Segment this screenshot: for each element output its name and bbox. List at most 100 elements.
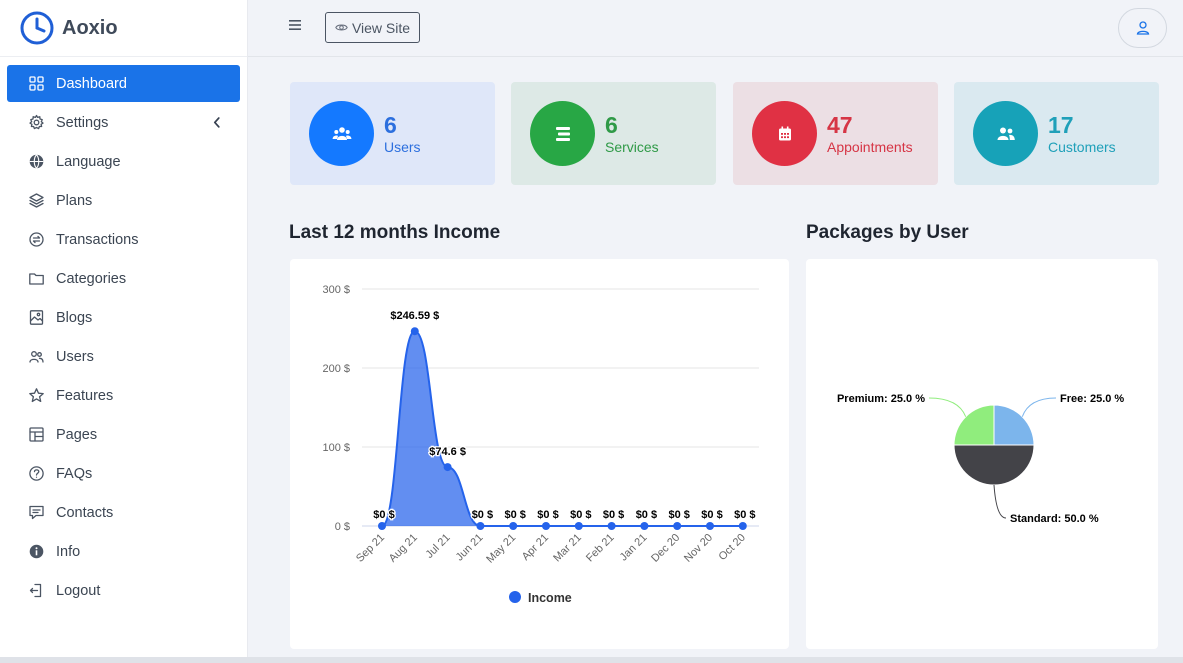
x-tick-label: Apr 21 [520,532,551,563]
stat-value: 6 [384,112,397,138]
sidebar-item-plans[interactable]: Plans [7,182,240,219]
stat-label: Customers [1048,139,1116,155]
user-icon [1136,21,1149,35]
y-tick-label: 100 $ [322,442,350,454]
hamburger-menu-icon[interactable] [288,18,302,32]
income-data-label: $0 $ [603,509,624,521]
income-data-point[interactable] [542,522,550,530]
packages-pie-chart: Free: 25.0 % Standard: 50.0 % Premium: 25.… [837,393,1124,525]
calendar-icon [752,101,817,166]
sidebar-item-categories[interactable]: Categories [7,260,240,297]
income-data-label: $0 $ [373,509,394,521]
pie-label-premium: Premium: 25.0 % [837,393,925,405]
brand[interactable]: Aoxio [0,0,247,57]
income-data-point[interactable] [378,522,386,530]
pie-slice-free[interactable] [993,404,1035,446]
pie-label-free: Free: 25.0 % [1060,393,1124,405]
sidebar-item-blogs[interactable]: Blogs [7,299,240,336]
x-tick-label: Jan 21 [618,532,650,564]
sidebar-item-language[interactable]: Language [7,143,240,180]
income-data-label: $0 $ [472,509,493,521]
topbar: View Site [248,0,1183,57]
pie-connector [993,484,1007,519]
income-data-label: $0 $ [701,509,722,521]
income-data-point[interactable] [410,327,419,336]
income-data-point[interactable] [640,522,649,530]
income-data-point[interactable] [706,522,714,530]
sidebar-nav: Dashboard Settings Language Plans Transactio… [0,57,247,619]
sidebar-item-label: Features [56,387,114,404]
info-icon [27,543,45,561]
income-data-point[interactable] [574,522,583,530]
stat-value: 6 [605,112,618,138]
sidebar: Aoxio Dashboard Settings Language Plans Tran… [0,0,248,663]
x-tick-label: Sep 21 [354,532,387,565]
x-tick-label: Dec 20 [649,532,682,565]
brand-name: Aoxio [62,16,118,39]
pie-slice-premium[interactable] [953,404,995,446]
legend-marker-income[interactable] [509,591,521,603]
sidebar-item-label: Users [56,348,94,365]
income-chart-title: Last 12 months Income [289,222,501,243]
income-area [382,331,743,526]
sidebar-item-label: Categories [56,270,127,287]
user-menu-button[interactable] [1118,8,1167,48]
stat-card-services[interactable]: 6 Services [511,82,716,185]
sidebar-item-label: Pages [56,426,98,443]
sidebar-item-label: Language [56,153,121,170]
income-data-point[interactable] [738,522,747,530]
y-tick-label: 300 $ [322,284,350,296]
horizontal-scrollbar[interactable] [0,657,1183,663]
logout-icon [27,582,45,600]
sidebar-item-info[interactable]: Info [7,533,240,570]
sidebar-item-transactions[interactable]: Transactions [7,221,240,258]
users-icon [309,101,374,166]
chevron-left-icon[interactable] [210,115,224,129]
income-data-label: $0 $ [504,509,525,521]
income-chart: 0 $ 100 $ 200 $ 300 $ $0 $ Sep 21 $246.59 $ Aug… [322,284,759,605]
sidebar-item-label: Settings [56,114,109,131]
income-data-point[interactable] [673,522,682,530]
sidebar-item-dashboard[interactable]: Dashboard [7,65,240,102]
sidebar-item-logout[interactable]: Logout [7,572,240,609]
stat-label: Services [605,139,659,155]
income-data-label: $0 $ [636,509,657,521]
sidebar-item-features[interactable]: Features [7,377,240,414]
view-site-label: View Site [351,19,411,36]
eye-icon [335,24,348,31]
income-data-point[interactable] [443,463,452,472]
income-chart-panel: 0 $ 100 $ 200 $ 300 $ $0 $ Sep 21 $246.59 $ Aug… [290,259,789,649]
stat-card-users[interactable]: 6 Users [290,82,495,185]
sidebar-item-contacts[interactable]: Contacts [7,494,240,531]
stat-card-customers[interactable]: 17 Customers [954,82,1159,185]
stat-text: 17 Customers [1048,112,1116,155]
message-icon [27,504,45,522]
x-tick-label: Oct 20 [717,532,748,563]
income-data-point[interactable] [509,522,518,530]
sidebar-item-pages[interactable]: Pages [7,416,240,453]
globe-icon [27,153,45,171]
exchange-icon [27,231,45,249]
sidebar-item-settings[interactable]: Settings [7,104,240,141]
x-tick-label: Nov 20 [682,532,715,565]
y-tick-label: 0 $ [335,521,350,533]
folder-icon [27,270,45,288]
x-tick-label: Mar 21 [551,532,584,565]
legend-label-income[interactable]: Income [528,591,572,605]
stat-card-appointments[interactable]: 47 Appointments [733,82,938,185]
layers-icon [27,192,45,210]
x-tick-label: May 21 [484,532,518,566]
sidebar-item-label: Dashboard [56,75,127,92]
sidebar-item-users[interactable]: Users [7,338,240,375]
x-tick-label: Jun 21 [454,532,486,564]
income-data-label: $0 $ [668,509,689,521]
income-data-point[interactable] [607,522,616,530]
sidebar-item-faqs[interactable]: FAQs [7,455,240,492]
stat-text: 6 Services [605,112,659,155]
sidebar-item-label: FAQs [56,465,93,482]
income-data-point[interactable] [476,522,485,530]
pie-slice-standard[interactable] [953,444,1035,486]
packages-chart-panel: Free: 25.0 % Standard: 50.0 % Premium: 25.… [806,259,1158,649]
packages-chart-title: Packages by User [806,222,969,243]
view-site-button[interactable]: View Site [325,12,420,43]
